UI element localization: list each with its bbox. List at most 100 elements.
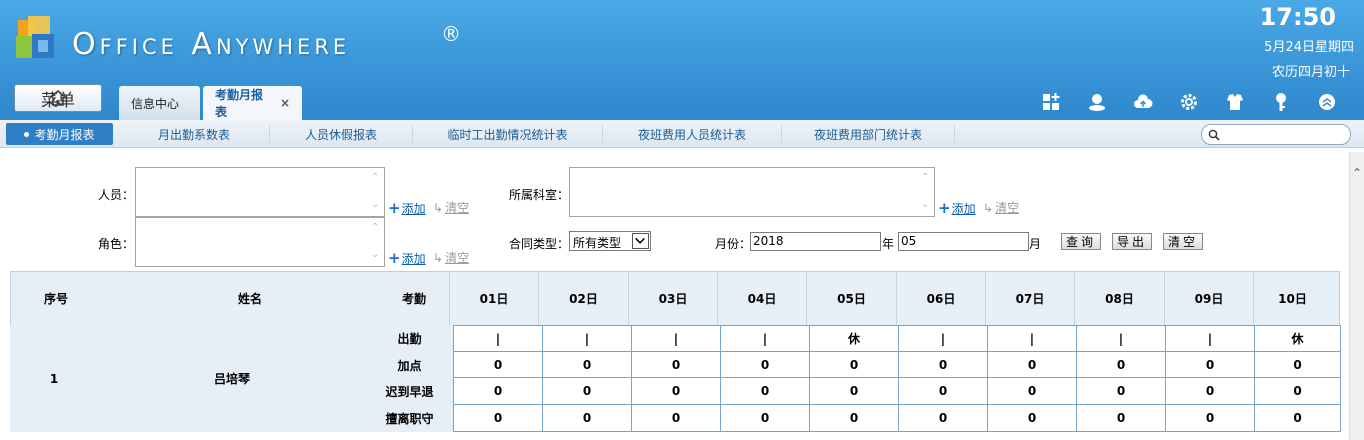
metric-label: 出勤	[397, 332, 422, 346]
close-icon[interactable]: ×	[280, 96, 290, 110]
plus-icon: +	[388, 199, 401, 217]
tab-attendance-monthly[interactable]: 考勤月报表 ×	[203, 86, 302, 120]
link-label: 添加	[401, 202, 426, 216]
export-button[interactable]: 导出	[1112, 233, 1152, 250]
grid-cell: |	[543, 325, 632, 352]
menu-label: 菜单	[41, 90, 75, 111]
subnav-label: 夜班费用部门统计表	[813, 127, 922, 142]
search-field[interactable]	[1201, 124, 1351, 145]
link-label: 清空	[995, 201, 1020, 215]
grid-cell: 0	[899, 352, 988, 378]
col-day-header: 09日	[1164, 272, 1253, 325]
col-attendance-header: 考勤	[401, 292, 426, 306]
role-field[interactable]: ⌃ ⌄	[135, 217, 385, 267]
grid-cell: 0	[1077, 378, 1166, 405]
link-label: 清空	[445, 251, 470, 265]
contract-type-label: 合同类型：	[509, 237, 570, 251]
textarea-scrollbar[interactable]: ⌃ ⌄	[917, 168, 934, 216]
dept-field[interactable]: ⌃ ⌄	[569, 167, 935, 217]
search-input[interactable]	[1222, 127, 1346, 142]
year-unit: 年	[882, 237, 895, 251]
add-role-link[interactable]: +添加	[388, 249, 426, 267]
grid-cell: 0	[1077, 405, 1166, 432]
person-field[interactable]: ⌃ ⌄	[135, 167, 385, 217]
textarea-scrollbar[interactable]: ⌃ ⌄	[367, 218, 384, 266]
scroll-up-icon[interactable]: ⌃	[1352, 166, 1362, 180]
search-icon	[1208, 129, 1220, 141]
clear-dept-link[interactable]: ↳ 清空	[983, 199, 1019, 216]
contract-type-select[interactable]: 所有类型	[569, 231, 651, 251]
subnav-item-night-shift-dept[interactable]: 夜班费用部门统计表	[782, 123, 954, 145]
key-lock-icon[interactable]	[1258, 91, 1304, 113]
grid-cell: 0	[988, 405, 1077, 432]
role-label: 角色：	[98, 237, 135, 251]
logo-icon	[16, 16, 54, 58]
add-person-link[interactable]: +添加	[388, 199, 426, 217]
grid-cell: 0	[632, 352, 721, 378]
grid-cell: 0	[721, 352, 810, 378]
subnav-item-leave-report[interactable]: 人员休假报表	[270, 123, 412, 145]
subnav-item-monthly-coefficient[interactable]: 月出勤系数表	[119, 123, 269, 145]
grid-cell: 0	[543, 352, 632, 378]
grid-cell: |	[988, 325, 1077, 352]
collapse-up-icon[interactable]	[1304, 91, 1350, 113]
clear-role-link[interactable]: ↳ 清空	[433, 249, 469, 266]
clear-person-link[interactable]: ↳ 清空	[433, 199, 469, 216]
registered-mark: ®	[441, 22, 461, 46]
tab-info-center[interactable]: 信息中心	[119, 86, 200, 120]
divider	[954, 125, 955, 143]
subnav-item-attendance-monthly[interactable]: 考勤月报表	[6, 123, 113, 145]
subnav-item-night-shift-person[interactable]: 夜班费用人员统计表	[603, 123, 781, 145]
metric-label: 擅离职守	[385, 412, 434, 426]
col-day-header: 05日	[806, 272, 896, 325]
grid-cell: 0	[988, 352, 1077, 378]
grid-cell: 0	[721, 405, 810, 432]
col-day-header: 02日	[538, 272, 628, 325]
grid-cell: 0	[1255, 378, 1341, 405]
skin-shirt-icon[interactable]	[1212, 91, 1258, 113]
add-dept-link[interactable]: +添加	[938, 199, 976, 217]
tab-label: 考勤月报表	[215, 88, 264, 119]
month-input[interactable]: 05	[898, 232, 1029, 251]
grid-cell: 0	[454, 405, 543, 432]
dept-label: 所属科室：	[509, 188, 570, 202]
month-label: 月份：	[715, 237, 752, 251]
year-input[interactable]: 2018	[750, 232, 881, 251]
grid-cell: 0	[543, 405, 632, 432]
grid-cell: |	[1166, 325, 1255, 352]
cloud-upload-icon[interactable]	[1120, 91, 1166, 113]
grid-cell: 0	[810, 352, 899, 378]
link-label: 清空	[445, 201, 470, 215]
menu-button[interactable]: 菜单	[14, 84, 102, 112]
chevron-down-icon[interactable]	[632, 233, 649, 249]
clear-button[interactable]: 清空	[1163, 233, 1203, 250]
subnav-item-temp-worker-stats[interactable]: 临时工出勤情况统计表	[413, 123, 602, 145]
apps-add-icon[interactable]	[1028, 91, 1074, 113]
lunar-date-text: 农历四月初十	[1271, 65, 1350, 80]
grid-cell: 0	[899, 405, 988, 432]
textarea-scrollbar[interactable]: ⌃ ⌄	[367, 168, 384, 216]
grid-cell: |	[632, 325, 721, 352]
grid-cell: 0	[1166, 352, 1255, 378]
col-day-header: 08日	[1074, 272, 1164, 325]
subnav-label: 夜班费用人员统计表	[637, 127, 746, 142]
subnav-label: 人员休假报表	[304, 127, 377, 142]
col-day-header: 01日	[449, 272, 538, 325]
grid-cell: 0	[454, 378, 543, 405]
clear-arrow-icon: ↳	[433, 201, 444, 215]
settings-gear-icon[interactable]	[1166, 91, 1212, 113]
logo-text: Office Anywhere	[72, 27, 351, 62]
vertical-scrollbar[interactable]: ⌃	[1349, 152, 1364, 440]
query-button[interactable]: 查询	[1061, 233, 1101, 250]
clear-arrow-icon: ↳	[433, 251, 444, 265]
user-status-icon[interactable]	[1074, 91, 1120, 113]
col-day-header: 06日	[896, 272, 985, 325]
grid-cell: 0	[988, 378, 1077, 405]
grid-cell: 0	[810, 378, 899, 405]
grid-cell: 0	[1255, 405, 1341, 432]
tab-label: 信息中心	[131, 96, 180, 111]
col-name-header: 姓名	[237, 292, 262, 306]
link-label: 添加	[951, 202, 976, 216]
col-day-header: 07日	[985, 272, 1074, 325]
person-label: 人员：	[98, 188, 135, 202]
